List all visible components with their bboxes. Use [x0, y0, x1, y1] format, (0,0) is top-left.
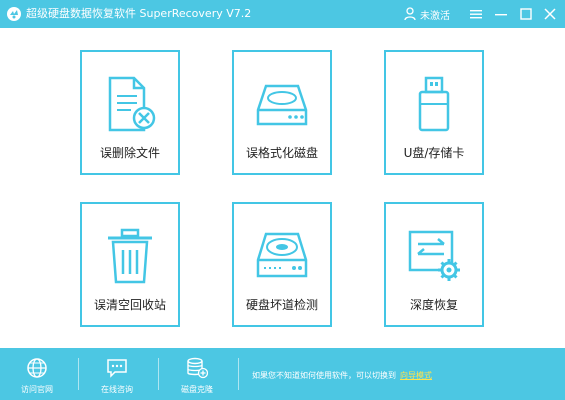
hard-disk-icon	[256, 84, 308, 126]
bottom-item-label: 在线咨询	[101, 385, 133, 394]
card-bad-sector-check[interactable]: 硬盘坏道检测	[232, 202, 332, 327]
card-label: 深度恢复	[409, 298, 458, 312]
card-deleted-files[interactable]: 误删除文件	[80, 50, 180, 175]
card-label: 误删除文件	[99, 146, 160, 160]
card-label: U盘/存储卡	[403, 146, 465, 160]
disk-clone-button[interactable]: 磁盘克隆	[162, 348, 232, 400]
divider	[78, 358, 79, 390]
divider	[158, 358, 159, 390]
minimize-button[interactable]	[491, 4, 511, 24]
account-button[interactable]: 未激活	[404, 6, 450, 22]
divider	[238, 358, 239, 390]
globe-icon	[27, 358, 47, 378]
menu-button[interactable]	[466, 4, 486, 24]
help-text: 如果您不知道如何使用软件，可以切换到	[252, 371, 396, 380]
account-status-label: 未激活	[420, 10, 450, 22]
recycle-bin-icon	[108, 228, 152, 284]
disk-clone-icon	[187, 357, 208, 379]
card-label: 硬盘坏道检测	[245, 298, 318, 312]
bottom-item-label: 访问官网	[21, 385, 53, 394]
official-site-button[interactable]: 访问官网	[2, 348, 72, 400]
maximize-button[interactable]	[516, 4, 536, 24]
close-icon	[544, 8, 556, 20]
usb-drive-icon	[418, 76, 450, 132]
disk-scan-icon	[256, 232, 308, 278]
user-icon	[404, 7, 416, 21]
app-logo-icon	[7, 7, 21, 21]
card-deep-recovery[interactable]: 深度恢复	[384, 202, 484, 327]
window-title: 超级硬盘数据恢复软件 SuperRecovery V7.2	[26, 7, 252, 20]
card-label: 误格式化磁盘	[245, 146, 318, 160]
online-consult-button[interactable]: 在线咨询	[82, 348, 152, 400]
card-usb-storage[interactable]: U盘/存储卡	[384, 50, 484, 175]
close-button[interactable]	[540, 4, 560, 24]
bottom-item-label: 磁盘克隆	[181, 385, 213, 394]
hamburger-icon	[470, 10, 482, 19]
help-hint: 如果您不知道如何使用软件，可以切换到 向导模式	[252, 370, 432, 381]
deleted-file-icon	[108, 76, 156, 132]
deep-recovery-icon	[408, 230, 460, 281]
minimize-icon	[495, 14, 507, 16]
maximize-icon	[520, 8, 532, 20]
card-recycle-bin[interactable]: 误清空回收站	[80, 202, 180, 327]
main-panel: 误删除文件 误格式化磁盘 U盘/存储卡 误清空回收站 硬盘坏道检测 深度恢复	[0, 28, 565, 348]
title-bar: 超级硬盘数据恢复软件 SuperRecovery V7.2 未激活	[0, 0, 565, 28]
wizard-mode-link[interactable]: 向导模式	[400, 371, 432, 380]
card-label: 误清空回收站	[93, 298, 166, 312]
card-formatted-disk[interactable]: 误格式化磁盘	[232, 50, 332, 175]
chat-icon	[107, 359, 127, 378]
bottom-bar: 访问官网 在线咨询 磁盘克隆 如果您不知道如何使用软件，可以切换到 向导模式	[0, 348, 565, 400]
